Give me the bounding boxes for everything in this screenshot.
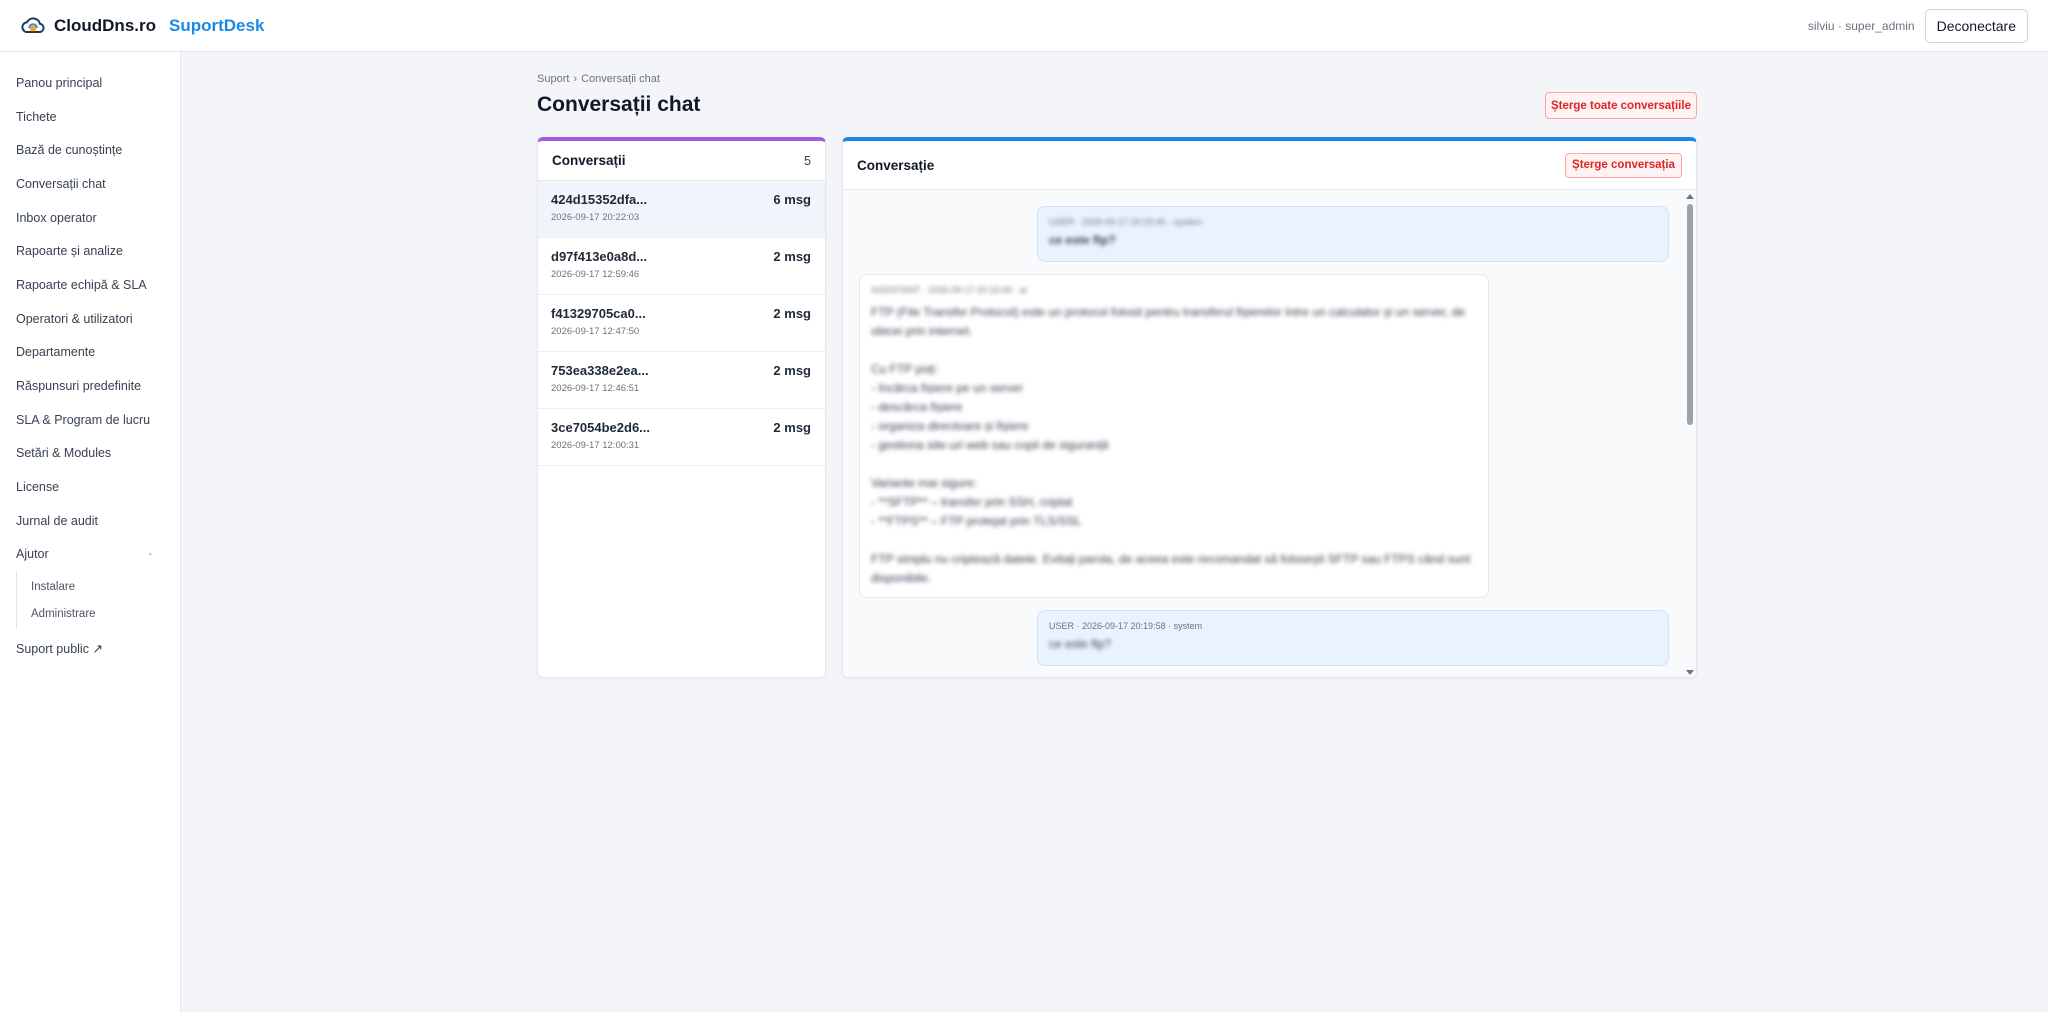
- conversation-timestamp: 2026-09-17 20:22:03: [551, 212, 640, 223]
- conversation-item[interactable]: 3ce7054be2d6... 2 msg 2026-09-17 12:00:31: [538, 409, 825, 466]
- sidebar-item-operator-inbox[interactable]: Inbox operator: [0, 201, 180, 235]
- user-message: USER · 2026-09-17 20:19:58 · system ce e…: [1037, 610, 1669, 666]
- page-title: Conversații chat: [537, 93, 701, 116]
- message-thread[interactable]: USER · 2026-09-17 20:19:45 · system ce e…: [843, 190, 1696, 677]
- sidebar-item-tickets[interactable]: Tichete: [0, 100, 180, 134]
- sidebar-item-reports[interactable]: Rapoarte și analize: [0, 234, 180, 268]
- conversation-id: 3ce7054be2d6...: [551, 420, 651, 435]
- conversation-item[interactable]: 753ea338e2ea... 2 msg 2026-09-17 12:46:51: [538, 352, 825, 409]
- message-text: ce este ftp?: [1049, 637, 1112, 651]
- conversation-timestamp: 2026-09-17 12:46:51: [551, 383, 640, 394]
- logout-button[interactable]: Deconectare: [1924, 8, 2028, 43]
- delete-conversation-button[interactable]: Șterge conversația: [1565, 152, 1682, 178]
- delete-all-conversations-button[interactable]: Șterge toate conversațiile: [1545, 92, 1697, 119]
- conversation-id: f41329705ca0...: [551, 306, 646, 321]
- conversation-timestamp: 2026-09-17 12:47:50: [551, 326, 640, 337]
- conversation-id: 424d15352dfa...: [551, 192, 648, 207]
- conversation-view-header: Conversație Șterge conversația: [843, 141, 1696, 190]
- brand[interactable]: CloudDns.ro SuportDesk: [20, 16, 264, 36]
- message-meta: ASSISTANT · 2026-09-17 20:19:49 · ai: [871, 285, 1027, 295]
- sidebar-item-dashboard[interactable]: Panou principal: [0, 66, 180, 100]
- conversation-timestamp: 2026-09-17 12:59:46: [551, 269, 640, 280]
- collapse-caret-icon[interactable]: -: [149, 549, 152, 560]
- conversation-id: 753ea338e2ea...: [551, 363, 649, 378]
- scroll-up-icon[interactable]: [1686, 194, 1694, 199]
- user-info: silviu · super_admin: [1807, 18, 1915, 33]
- message-count: 2 msg: [773, 420, 811, 435]
- sidebar-item-team-reports[interactable]: Rapoarte echipă & SLA: [0, 268, 180, 302]
- conversation-item[interactable]: d97f413e0a8d... 2 msg 2026-09-17 12:59:46: [538, 238, 825, 295]
- message-count: 6 msg: [773, 192, 811, 207]
- sidebar-subitem-administration[interactable]: Administrare: [31, 600, 180, 627]
- scroll-down-icon[interactable]: [1686, 670, 1694, 675]
- sidebar-subitem-installation[interactable]: Instalare: [31, 573, 180, 600]
- sidebar-item-license[interactable]: License: [0, 470, 180, 504]
- breadcrumb-root[interactable]: Suport: [537, 73, 569, 85]
- message-text: FTP (File Transfer Protocol) este un pro…: [871, 305, 1471, 585]
- breadcrumb-current: Conversații chat: [581, 73, 660, 85]
- sidebar-item-chat-conversations[interactable]: Conversații chat: [0, 167, 180, 201]
- assistant-message: ASSISTANT · 2026-09-17 20:19:49 · ai FTP…: [859, 274, 1489, 598]
- message-text: ce este ftp?: [1049, 233, 1116, 247]
- conversation-list-panel: Conversații 5 424d15352dfa... 6 msg 2026-…: [537, 137, 826, 678]
- cloud-headset-icon: [21, 16, 45, 33]
- conversation-id: d97f413e0a8d...: [551, 249, 648, 264]
- conversation-list-header: Conversații 5: [538, 141, 825, 181]
- conversation-item[interactable]: 424d15352dfa... 6 msg 2026-09-17 20:22:03: [538, 181, 825, 238]
- conversation-view-panel: Conversație Șterge conversația USER · 20…: [842, 137, 1697, 678]
- conversation-count: 5: [804, 153, 811, 168]
- scroll-thumb[interactable]: [1687, 204, 1693, 425]
- message-meta: USER · 2026-09-17 20:19:45 · system: [1049, 217, 1203, 227]
- conversation-timestamp: 2026-09-17 12:00:31: [551, 440, 640, 451]
- message-count: 2 msg: [773, 249, 811, 264]
- brand-accent: SuportDesk: [169, 15, 265, 35]
- message-count: 2 msg: [773, 363, 811, 378]
- sidebar-item-sla-schedule[interactable]: SLA & Program de lucru: [0, 403, 180, 437]
- sidebar-item-departments[interactable]: Departamente: [0, 336, 180, 370]
- sidebar-item-settings-modules[interactable]: Setări & Modules: [0, 437, 180, 471]
- conversation-list-title: Conversații: [552, 153, 626, 168]
- brand-name: CloudDns.ro: [54, 15, 156, 35]
- message-scrollbar[interactable]: [1686, 194, 1694, 675]
- conversation-item[interactable]: f41329705ca0... 2 msg 2026-09-17 12:47:50: [538, 295, 825, 352]
- top-bar: CloudDns.ro SuportDesk silviu · super_adm…: [0, 0, 2048, 52]
- message-meta: USER · 2026-09-17 20:19:58 · system: [1049, 621, 1203, 631]
- sidebar-item-public-support[interactable]: Suport public ↗: [0, 631, 180, 665]
- sidebar-item-operators-users[interactable]: Operatori & utilizatori: [0, 302, 180, 336]
- sidebar: Panou principal Tichete Bază de cunoștin…: [0, 52, 181, 1012]
- message-count: 2 msg: [773, 306, 811, 321]
- sidebar-item-canned-responses[interactable]: Răspunsuri predefinite: [0, 369, 180, 403]
- sidebar-item-help-label: Ajutor: [16, 547, 49, 562]
- user-message: USER · 2026-09-17 20:19:45 · system ce e…: [1037, 206, 1669, 262]
- sidebar-item-knowledge-base[interactable]: Bază de cunoștințe: [0, 133, 180, 167]
- help-subnav: Instalare Administrare: [16, 571, 180, 630]
- sidebar-item-audit-log[interactable]: Jurnal de audit: [0, 504, 180, 538]
- sidebar-item-help[interactable]: Ajutor -: [0, 538, 180, 572]
- breadcrumb-separator: ›: [573, 73, 578, 85]
- breadcrumb: Suport › Conversații chat: [537, 73, 660, 85]
- conversation-view-title: Conversație: [857, 157, 935, 173]
